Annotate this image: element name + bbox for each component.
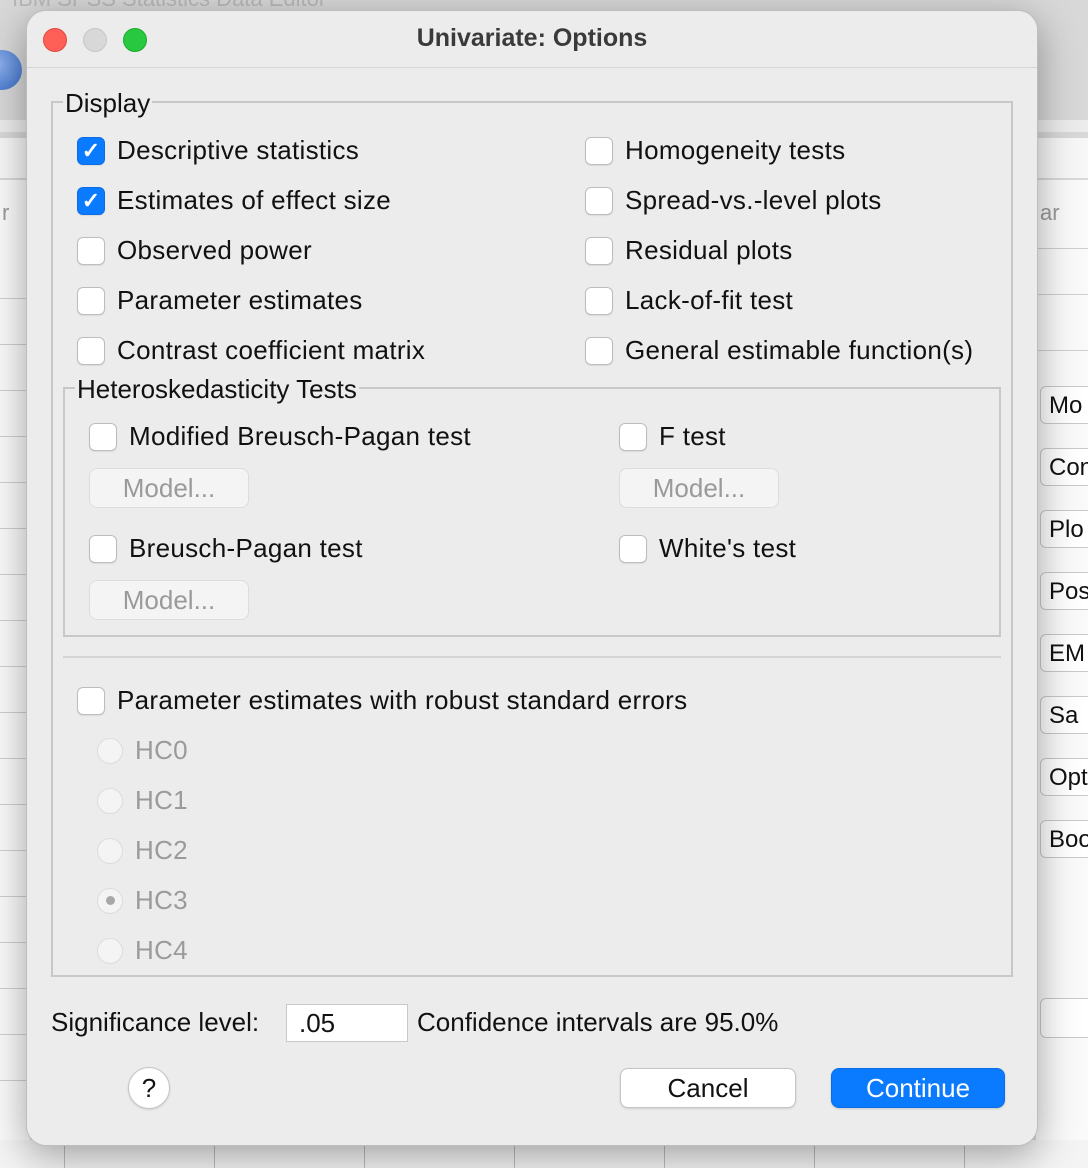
background-button xyxy=(1040,998,1088,1038)
heteroskedasticity-legend: Heteroskedasticity Tests xyxy=(75,374,359,404)
background-column-header: r xyxy=(2,200,10,225)
background-button: Sa xyxy=(1040,696,1088,734)
confidence-interval-text: Confidence intervals are 95.0% xyxy=(417,1007,778,1038)
background-button: Plo xyxy=(1040,510,1088,548)
checkbox-label: Parameter estimates with robust standard… xyxy=(117,685,688,715)
contrast-matrix-checkbox[interactable]: Contrast coefficient matrix xyxy=(77,335,425,366)
homogeneity-tests-checkbox[interactable]: Homogeneity tests xyxy=(585,135,845,166)
bp-model-button[interactable]: Model... xyxy=(89,580,249,620)
general-estimable-function-checkbox[interactable]: General estimable function(s) xyxy=(585,335,973,366)
question-mark-icon: ? xyxy=(141,1072,157,1103)
observed-power-checkbox[interactable]: Observed power xyxy=(77,235,312,266)
confidence-interval-prefix: Confidence intervals are xyxy=(417,1007,698,1037)
background-button: Post xyxy=(1040,572,1088,610)
checkbox-label: Lack-of-fit test xyxy=(625,285,794,315)
checkbox-label: General estimable function(s) xyxy=(625,335,974,365)
significance-level-label: Significance level: xyxy=(51,1007,260,1037)
parameter-estimates-checkbox[interactable]: Parameter estimates xyxy=(77,285,363,316)
checkbox-label: White's test xyxy=(659,533,797,563)
checkbox-label: Parameter estimates xyxy=(117,285,363,315)
background-button: Opt xyxy=(1040,758,1088,796)
effect-size-checkbox[interactable]: ✓ Estimates of effect size xyxy=(77,185,391,216)
background-button: Mo xyxy=(1040,386,1088,424)
help-button[interactable]: ? xyxy=(128,1067,170,1109)
title-bar: Univariate: Options xyxy=(27,11,1037,68)
background-button: Cont xyxy=(1040,448,1088,486)
checkbox-label: Estimates of effect size xyxy=(117,185,392,215)
checkbox-label: Homogeneity tests xyxy=(625,135,846,165)
modified-breusch-pagan-checkbox[interactable]: Modified Breusch-Pagan test xyxy=(89,421,471,452)
hc4-radio[interactable]: HC4 xyxy=(97,935,188,966)
checkmark-icon: ✓ xyxy=(77,186,105,215)
f-test-checkbox[interactable]: F test xyxy=(619,421,726,452)
significance-level-input[interactable] xyxy=(286,1004,408,1042)
hc2-radio[interactable]: HC2 xyxy=(97,835,188,866)
breusch-pagan-checkbox[interactable]: Breusch-Pagan test xyxy=(89,533,363,564)
separator xyxy=(63,656,1001,658)
checkbox-label: Contrast coefficient matrix xyxy=(117,335,426,365)
lack-of-fit-checkbox[interactable]: Lack-of-fit test xyxy=(585,285,793,316)
radio-label: HC1 xyxy=(135,785,188,815)
f-test-model-button[interactable]: Model... xyxy=(619,468,779,508)
display-legend: Display xyxy=(63,88,153,118)
hc3-radio[interactable]: HC3 xyxy=(97,885,188,916)
modified-bp-model-button[interactable]: Model... xyxy=(89,468,249,508)
checkmark-icon: ✓ xyxy=(77,136,105,165)
checkbox-label: Spread-vs.-level plots xyxy=(625,185,882,215)
radio-selected-dot xyxy=(105,896,115,905)
radio-label: HC2 xyxy=(135,835,188,865)
radio-label: HC0 xyxy=(135,735,188,765)
whites-test-checkbox[interactable]: White's test xyxy=(619,533,796,564)
checkbox-label: Breusch-Pagan test xyxy=(129,533,363,563)
radio-label: HC4 xyxy=(135,935,188,965)
residual-plots-checkbox[interactable]: Residual plots xyxy=(585,235,793,266)
spread-level-plots-checkbox[interactable]: Spread-vs.-level plots xyxy=(585,185,882,216)
checkbox-label: Modified Breusch-Pagan test xyxy=(129,421,471,451)
dialog-title: Univariate: Options xyxy=(416,24,648,52)
options-dialog: Univariate: Options Display ✓ Descriptiv… xyxy=(26,10,1038,1146)
background-column-header: ar xyxy=(1040,200,1060,225)
descriptive-statistics-checkbox[interactable]: ✓ Descriptive statistics xyxy=(77,135,359,166)
hc0-radio[interactable]: HC0 xyxy=(97,735,188,766)
robust-standard-errors-checkbox[interactable]: Parameter estimates with robust standard… xyxy=(77,685,687,716)
confidence-interval-value: 95.0% xyxy=(704,1007,779,1037)
checkbox-label: F test xyxy=(659,421,726,451)
checkbox-label: Descriptive statistics xyxy=(117,135,360,165)
background-button: Boot xyxy=(1040,820,1088,858)
continue-button[interactable]: Continue xyxy=(831,1068,1005,1108)
radio-label: HC3 xyxy=(135,885,188,915)
toolbar-icon xyxy=(0,50,22,90)
cancel-button[interactable]: Cancel xyxy=(620,1068,796,1108)
background-button: EM M xyxy=(1040,634,1088,672)
checkbox-label: Residual plots xyxy=(625,235,793,265)
checkbox-label: Observed power xyxy=(117,235,312,265)
hc1-radio[interactable]: HC1 xyxy=(97,785,188,816)
